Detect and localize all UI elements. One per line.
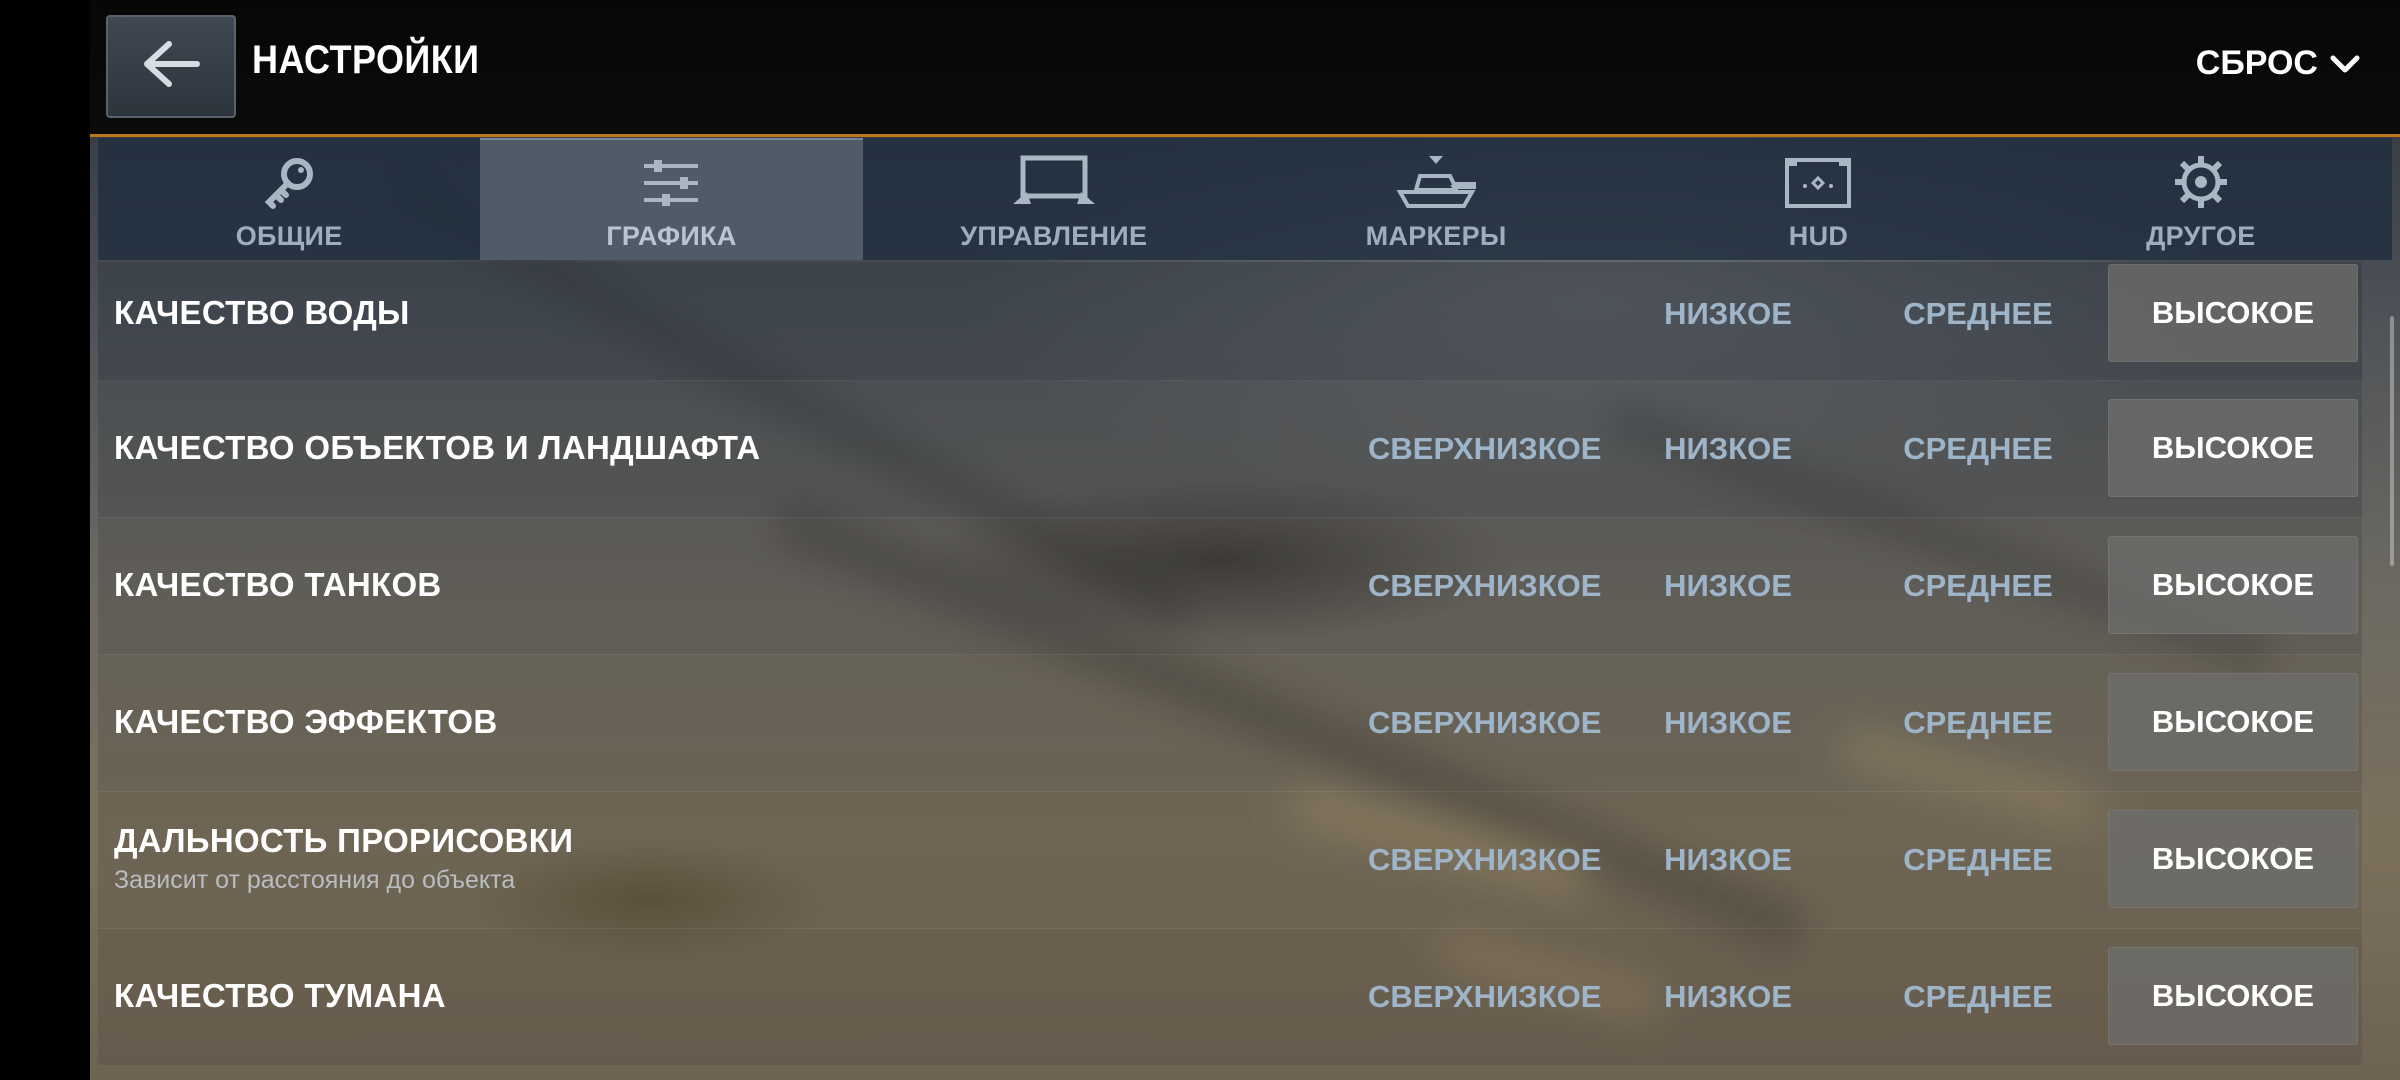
option-medium[interactable]: СРЕДНЕЕ: [1898, 705, 2058, 741]
setting-label: КАЧЕСТВО ТУМАНА: [114, 977, 446, 1014]
option-high-selected[interactable]: ВЫСОКОЕ: [2108, 673, 2358, 771]
option-medium[interactable]: СРЕДНЕЕ: [1898, 842, 2058, 878]
sliders-icon: [640, 156, 702, 221]
gear-icon: [2173, 154, 2229, 221]
tab-graphics-label: ГРАФИКА: [606, 221, 737, 251]
option-low[interactable]: НИЗКОЕ: [1648, 568, 1808, 604]
tab-hud-label: HUD: [1788, 221, 1849, 251]
tab-markers[interactable]: МАРКЕРЫ: [1245, 138, 1627, 260]
setting-row-water-quality: КАЧЕСТВО ВОДЫ НИЗКОЕ СРЕДНЕЕ ВЫСОКОЕ: [98, 262, 2362, 381]
setting-row-fog-quality: КАЧЕСТВО ТУМАНА СВЕРХНИЗКОЕ НИЗКОЕ СРЕДН…: [98, 929, 2362, 1066]
option-high-selected[interactable]: ВЫСОКОЕ: [2108, 947, 2358, 1045]
option-low[interactable]: НИЗКОЕ: [1648, 705, 1808, 741]
hud-screen-icon: [1783, 156, 1853, 221]
back-button[interactable]: [106, 15, 236, 118]
tab-graphics[interactable]: ГРАФИКА: [480, 138, 863, 260]
setting-row-objects-landscape-quality: КАЧЕСТВО ОБЪЕКТОВ И ЛАНДШАФТА СВЕРХНИЗКО…: [98, 381, 2362, 518]
option-ultra-low[interactable]: СВЕРХНИЗКОЕ: [1368, 842, 1601, 878]
setting-row-draw-distance: ДАЛЬНОСТЬ ПРОРИСОВКИ Зависит от расстоян…: [98, 792, 2362, 929]
setting-description: Зависит от расстояния до объекта: [114, 866, 516, 894]
setting-row-tank-quality: КАЧЕСТВО ТАНКОВ СВЕРХНИЗКОЕ НИЗКОЕ СРЕДН…: [98, 518, 2362, 655]
option-low[interactable]: НИЗКОЕ: [1648, 296, 1808, 332]
option-ultra-low[interactable]: СВЕРХНИЗКОЕ: [1368, 431, 1601, 467]
setting-label: КАЧЕСТВО ТАНКОВ: [114, 566, 442, 603]
tab-controls[interactable]: УПРАВЛЕНИЕ: [863, 138, 1245, 260]
left-black-strip: [0, 0, 90, 1080]
option-ultra-low[interactable]: СВЕРХНИЗКОЕ: [1368, 979, 1601, 1015]
tank-marker-icon: [1394, 154, 1478, 221]
option-high-selected[interactable]: ВЫСОКОЕ: [2108, 810, 2358, 908]
setting-label: ДАЛЬНОСТЬ ПРОРИСОВКИ: [114, 822, 574, 859]
header-bar: НАСТРОЙКИ СБРОС: [90, 0, 2400, 137]
setting-label: КАЧЕСТВО ВОДЫ: [114, 294, 410, 331]
option-low[interactable]: НИЗКОЕ: [1648, 979, 1808, 1015]
option-high-selected[interactable]: ВЫСОКОЕ: [2108, 264, 2358, 362]
tab-other[interactable]: ДРУГОЕ: [2010, 138, 2392, 260]
option-medium[interactable]: СРЕДНЕЕ: [1898, 296, 2058, 332]
arrow-left-icon: [139, 38, 203, 95]
option-ultra-low[interactable]: СВЕРХНИЗКОЕ: [1368, 568, 1601, 604]
setting-row-effects-quality: КАЧЕСТВО ЭФФЕКТОВ СВЕРХНИЗКОЕ НИЗКОЕ СРЕ…: [98, 655, 2362, 792]
settings-tabs: ОБЩИЕ ГРАФИКА УПРАВЛЕНИЕ МАРКЕРЫ HUD ДРУ…: [98, 138, 2392, 260]
setting-label: КАЧЕСТВО ОБЪЕКТОВ И ЛАНДШАФТА: [114, 429, 761, 466]
setting-label: КАЧЕСТВО ЭФФЕКТОВ: [114, 703, 498, 740]
reset-label: СБРОС: [2195, 44, 2318, 82]
option-low[interactable]: НИЗКОЕ: [1648, 842, 1808, 878]
graphics-settings-list: КАЧЕСТВО ВОДЫ НИЗКОЕ СРЕДНЕЕ ВЫСОКОЕ КАЧ…: [98, 262, 2362, 1066]
page-title: НАСТРОЙКИ: [252, 38, 480, 82]
option-medium[interactable]: СРЕДНЕЕ: [1898, 431, 2058, 467]
option-low[interactable]: НИЗКОЕ: [1648, 431, 1808, 467]
tab-general[interactable]: ОБЩИЕ: [98, 138, 480, 260]
key-icon: [259, 156, 319, 221]
controller-icon: [1009, 154, 1099, 221]
option-medium[interactable]: СРЕДНЕЕ: [1898, 568, 2058, 604]
option-medium[interactable]: СРЕДНЕЕ: [1898, 979, 2058, 1015]
option-high-selected[interactable]: ВЫСОКОЕ: [2108, 536, 2358, 634]
tab-other-label: ДРУГОЕ: [2146, 221, 2256, 251]
tab-markers-label: МАРКЕРЫ: [1365, 221, 1507, 251]
reset-dropdown[interactable]: СБРОС: [2196, 44, 2360, 83]
tab-hud[interactable]: HUD: [1627, 138, 2009, 260]
tab-general-label: ОБЩИЕ: [235, 221, 343, 251]
tab-controls-label: УПРАВЛЕНИЕ: [960, 221, 1148, 251]
option-ultra-low[interactable]: СВЕРХНИЗКОЕ: [1368, 705, 1601, 741]
scrollbar[interactable]: [2390, 316, 2394, 566]
chevron-down-icon: [2330, 44, 2360, 83]
option-high-selected[interactable]: ВЫСОКОЕ: [2108, 399, 2358, 497]
